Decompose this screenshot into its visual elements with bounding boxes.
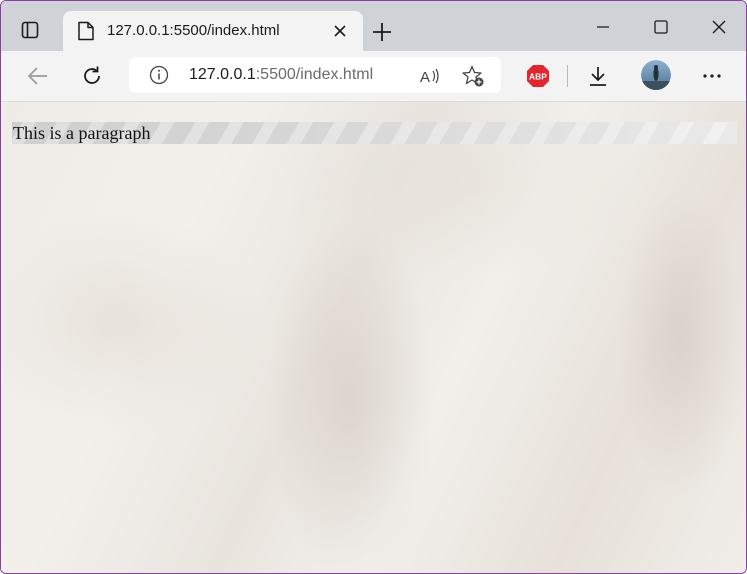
back-arrow-icon [27,67,47,85]
tab-title: 127.0.0.1:5500/index.html [107,22,280,39]
new-tab-icon[interactable] [371,21,393,43]
abp-label: ABP [529,72,547,82]
adblock-plus-icon: ABP [527,65,549,87]
adblock-plus-button[interactable]: ABP [525,63,551,89]
url-path: :5500/index.html [255,66,374,83]
toolbar-divider [567,65,568,87]
url-host: 127.0.0.1 [189,66,256,83]
downloads-button[interactable] [585,63,611,89]
page-icon [78,21,94,41]
close-icon [712,20,726,34]
page-content: This is a paragraph [1,102,746,573]
browser-window: 127.0.0.1:5500/index.html 127.0.0.1:5500… [0,0,747,574]
add-favorite-icon[interactable] [461,64,485,88]
tab-strip: 127.0.0.1:5500/index.html [1,1,746,51]
refresh-button[interactable] [79,63,105,89]
svg-text:A: A [420,69,430,86]
profile-button[interactable] [641,60,671,90]
tab-actions-button[interactable] [15,15,45,45]
more-options-button[interactable] [699,63,725,89]
browser-toolbar: 127.0.0.1:5500/index.html A ABP [1,51,746,102]
address-bar[interactable]: 127.0.0.1:5500/index.html A [129,57,501,93]
tab-close-icon[interactable] [331,22,349,40]
close-window-button[interactable] [705,13,733,41]
tab-actions-icon [21,21,39,39]
avatar [641,60,671,90]
maximize-button[interactable] [647,13,675,41]
site-info-icon[interactable] [149,65,169,85]
back-button[interactable] [25,63,51,89]
refresh-icon [84,66,100,84]
paragraph: This is a paragraph [12,122,737,144]
maximize-icon [654,20,668,34]
download-icon [590,67,606,86]
minimize-icon [597,26,609,28]
url-text[interactable]: 127.0.0.1:5500/index.html [189,66,373,84]
more-icon [703,74,721,78]
read-aloud-icon[interactable]: A [417,64,441,88]
active-tab[interactable]: 127.0.0.1:5500/index.html [63,11,363,51]
minimize-button[interactable] [589,13,617,41]
